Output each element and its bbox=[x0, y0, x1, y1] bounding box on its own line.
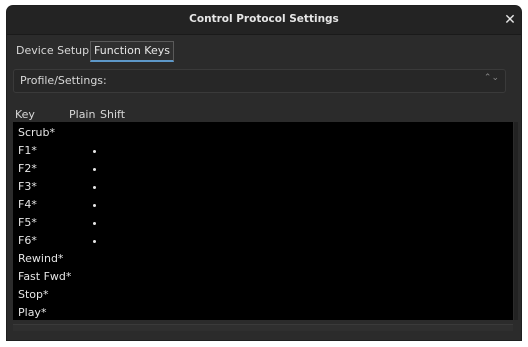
dialog-window: Control Protocol Settings ✕ Device Setup… bbox=[7, 6, 521, 340]
table-row[interactable]: F5* bbox=[13, 214, 508, 232]
key-cell: Rewind* bbox=[18, 252, 64, 265]
table-row[interactable]: Fast Fwd* bbox=[13, 268, 508, 286]
plain-mark-icon bbox=[93, 186, 96, 189]
key-cell: Play* bbox=[18, 306, 47, 319]
plain-mark-icon bbox=[93, 204, 96, 207]
tab-function-keys[interactable]: Function Keys bbox=[90, 41, 174, 62]
key-cell: Stop* bbox=[18, 288, 49, 301]
table-row[interactable]: F4* bbox=[13, 196, 508, 214]
key-cell: Scrub* bbox=[18, 126, 56, 139]
key-cell: F5* bbox=[18, 216, 37, 229]
plain-mark-icon bbox=[93, 150, 96, 153]
table-row[interactable]: F2* bbox=[13, 160, 508, 178]
key-cell: F6* bbox=[18, 234, 37, 247]
column-header-key: Key bbox=[15, 108, 35, 121]
key-cell: F2* bbox=[18, 162, 37, 175]
table-row[interactable]: Play* bbox=[13, 304, 508, 322]
table-header: Key Plain Shift bbox=[13, 106, 504, 122]
key-cell: F3* bbox=[18, 180, 37, 193]
window-title: Control Protocol Settings bbox=[189, 13, 339, 25]
close-icon[interactable]: ✕ bbox=[501, 11, 519, 29]
plain-mark-icon bbox=[93, 222, 96, 225]
function-keys-table: Scrub* F1* F2* F3* F4* F5* F6* Rewind* F… bbox=[13, 122, 513, 320]
plain-mark-icon bbox=[93, 240, 96, 243]
tab-device-setup[interactable]: Device Setup bbox=[16, 41, 89, 61]
chevron-up-down-icon: ⌃⌄ bbox=[483, 73, 499, 83]
column-header-shift: Shift bbox=[100, 108, 126, 121]
key-cell: F4* bbox=[18, 198, 37, 211]
table-scrollbar[interactable] bbox=[514, 122, 518, 320]
titlebar: Control Protocol Settings ✕ bbox=[7, 6, 521, 35]
table-row[interactable]: F1* bbox=[13, 142, 508, 160]
plain-mark-icon bbox=[93, 168, 96, 171]
horizontal-scrollbar[interactable] bbox=[13, 324, 513, 331]
table-row[interactable]: Stop* bbox=[13, 286, 508, 304]
key-cell: F1* bbox=[18, 144, 37, 157]
table-row[interactable]: Scrub* bbox=[13, 124, 508, 142]
profile-settings-label: Profile/Settings: bbox=[20, 74, 107, 87]
key-cell: Fast Fwd* bbox=[18, 270, 72, 283]
table-row[interactable]: F6* bbox=[13, 232, 508, 250]
table-row[interactable]: Rewind* bbox=[13, 250, 508, 268]
profile-settings-select[interactable]: Profile/Settings: ⌃⌄ bbox=[13, 69, 506, 93]
table-row[interactable]: F3* bbox=[13, 178, 508, 196]
column-header-plain: Plain bbox=[69, 108, 96, 121]
